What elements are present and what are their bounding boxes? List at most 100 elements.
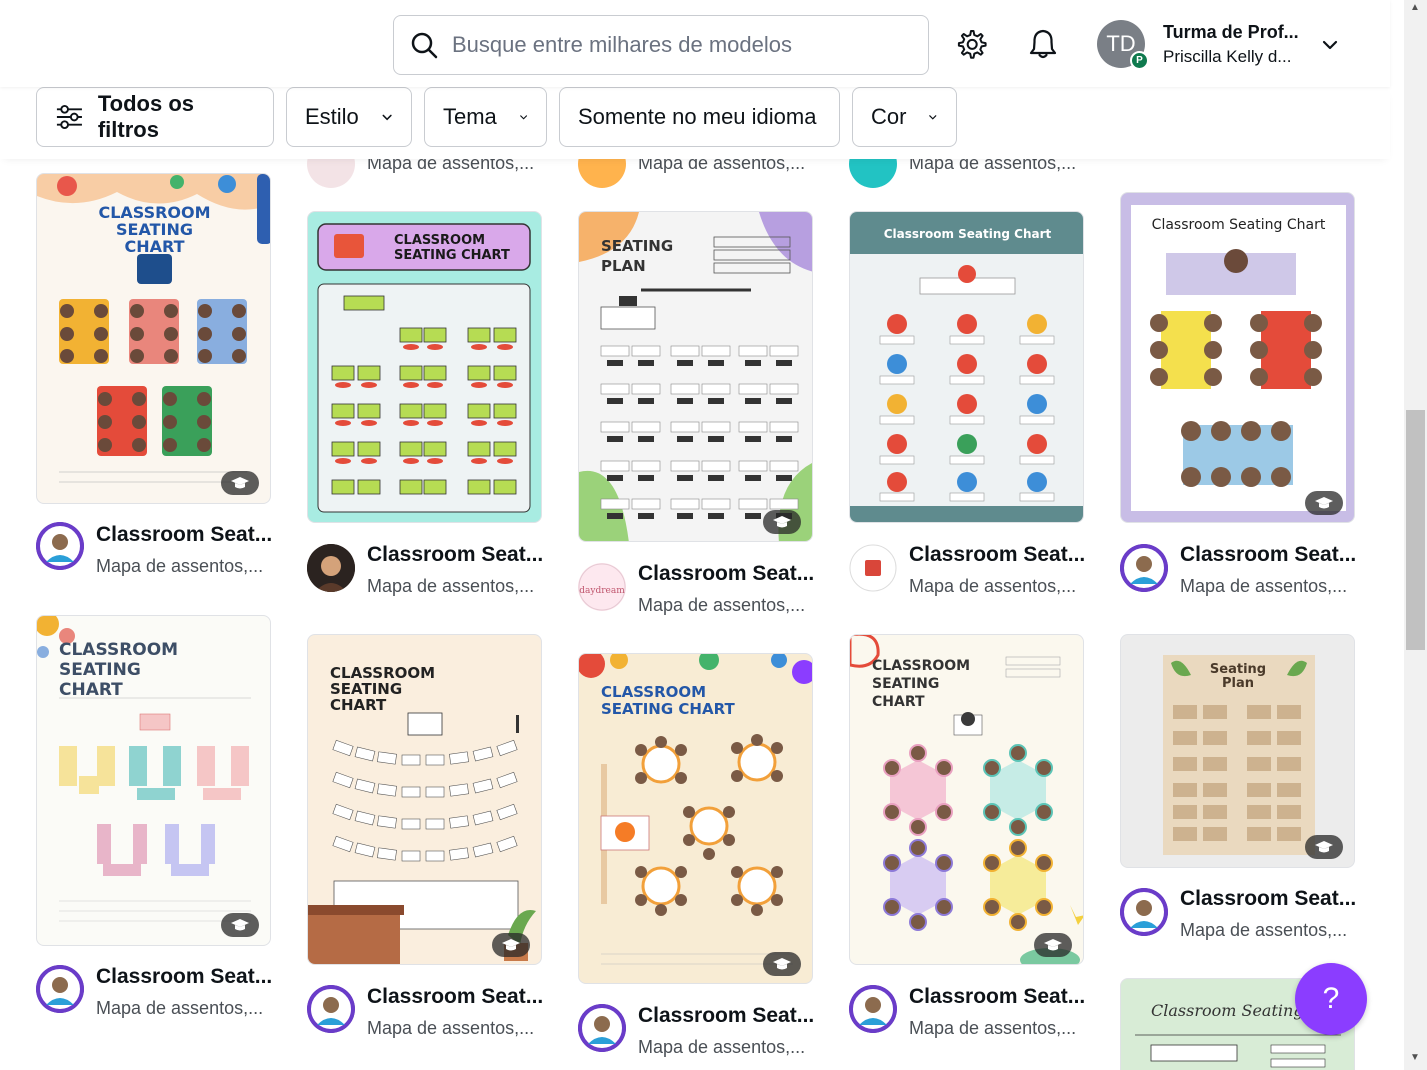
thumbnail-heading: SEATING PLAN [601,237,674,275]
template-title[interactable]: Classroom Seat... [96,523,272,547]
thumbnail-heading: Seating Plan [1209,662,1267,691]
template-thumbnail[interactable]: SEATING PLAN [578,211,813,542]
creator-avatar[interactable] [1120,888,1168,936]
thumbnail-heading: CLASSROOM SEATING CHART [98,203,211,256]
template-title[interactable]: Classroom Seat... [367,985,543,1009]
creator-avatar[interactable] [36,522,84,570]
account-menu-toggle[interactable] [1320,35,1340,60]
chevron-down-icon [1322,40,1338,50]
color-filter-dropdown[interactable]: Cor [852,87,957,147]
language-filter-toggle[interactable]: Somente no meu idioma [559,87,840,147]
graduation-cap-badge [221,913,259,937]
scrollbar-thumb[interactable] [1406,410,1425,650]
template-title[interactable]: Classroom Seat... [1180,543,1356,567]
thumbnail-art [850,212,1083,522]
creator-avatar[interactable] [307,544,355,592]
thumbnail-heading: CLASSROOM SEATING CHART [59,640,179,700]
template-subtitle: Mapa de assentos,... [1180,576,1348,596]
chevron-down-icon [382,114,392,121]
creator-avatar[interactable] [36,965,84,1013]
graduation-cap-badge [1305,835,1343,859]
template-title[interactable]: Classroom Seat... [1180,887,1356,911]
graduation-cap-icon [773,958,791,970]
scroll-up-arrow[interactable]: ▲ [1409,2,1421,13]
search-icon [411,32,438,59]
thumbnail-heading: CLASSROOM SEATING CHART [872,658,971,710]
theme-filter-dropdown[interactable]: Tema [424,87,547,147]
svg-text:daydream: daydream [579,586,625,596]
account-user[interactable]: Priscilla Kelly d... [1163,47,1291,67]
bell-icon [1029,29,1057,59]
template-subtitle: Mapa de assentos,... [1180,920,1348,940]
scroll-down-arrow[interactable]: ▼ [1409,1052,1421,1063]
template-title[interactable]: Classroom Seat... [909,543,1085,567]
filter-bar: Todos os filtros Estilo Tema Somente no … [0,87,1390,159]
help-button[interactable]: ? [1295,963,1367,1035]
template-thumbnail[interactable]: CLASSROOM SEATING CHART [578,653,813,984]
template-subtitle: Mapa de assentos,... [909,1018,1077,1038]
graduation-cap-badge [763,952,801,976]
template-title[interactable]: Classroom Seat... [367,543,543,567]
template-thumbnail[interactable]: CLASSROOM SEATING CHART [307,634,542,965]
template-thumbnail[interactable]: CLASSROOM SEATING CHART [307,211,542,523]
graduation-cap-icon [1044,939,1062,951]
template-title[interactable]: Classroom Seat... [638,1004,814,1028]
graduation-cap-badge [492,933,530,957]
graduation-cap-badge [221,471,259,495]
filter-sliders-icon [56,104,82,130]
thumbnail-heading: Classroom Seating Chart [1151,217,1326,233]
graduation-cap-icon [231,919,249,931]
template-subtitle: Mapa de assentos,... [909,576,1077,596]
template-subtitle: Mapa de assentos,... [367,576,535,596]
account-plan-badge: P [1130,51,1149,70]
thumbnail-heading: CLASSROOM SEATING CHART [330,664,436,714]
search-bar[interactable] [393,15,929,75]
template-title[interactable]: Classroom Seat... [909,985,1085,1009]
template-subtitle: Mapa de assentos,... [96,556,264,576]
template-thumbnail[interactable]: Classroom Seating Chart [849,211,1084,523]
thumbnail-heading: CLASSROOM SEATING CHART [394,233,510,263]
template-thumbnail[interactable]: Seating Plan [1120,634,1355,868]
template-subtitle: Mapa de assentos,... [638,1037,806,1057]
template-thumbnail[interactable]: CLASSROOM SEATING CHART [849,634,1084,965]
template-thumbnail[interactable]: CLASSROOM SEATING CHART [36,615,271,946]
graduation-cap-icon [231,477,249,489]
canva-templates-page: Mapa de assentos,... Mapa de assentos,..… [0,0,1427,1070]
template-thumbnail[interactable]: CLASSROOM SEATING CHART [36,173,271,504]
thumbnail-art [1131,205,1346,511]
creator-avatar[interactable] [578,1004,626,1052]
all-filters-label: Todos os filtros [97,91,195,142]
graduation-cap-icon [1315,497,1333,509]
thumbnail-heading: Classroom Seating Chart [883,227,1052,241]
graduation-cap-badge [1034,933,1072,957]
notifications-button[interactable] [1023,24,1063,64]
search-input[interactable] [452,32,892,58]
account-name[interactable]: Turma de Prof... [1163,22,1299,43]
template-thumbnail[interactable]: Classroom Seating Chart [1120,192,1355,523]
template-title[interactable]: Classroom Seat... [96,965,272,989]
creator-avatar[interactable] [849,985,897,1033]
chevron-down-icon [929,115,937,120]
template-subtitle: Mapa de assentos,... [96,998,264,1018]
template-subtitle: Mapa de assentos,... [638,595,806,615]
template-title[interactable]: Classroom Seat... [638,562,814,586]
theme-filter-label: Tema [443,104,497,129]
creator-avatar[interactable]: daydream [578,563,626,611]
top-header: TD P Turma de Prof... Priscilla Kelly d.… [0,0,1390,87]
creator-avatar[interactable] [849,544,897,592]
all-filters-button[interactable]: Todos os filtros [36,87,274,147]
graduation-cap-icon [1315,841,1333,853]
gear-icon [957,30,987,59]
graduation-cap-badge [763,510,801,534]
graduation-cap-icon [773,516,791,528]
creator-avatar[interactable] [307,985,355,1033]
settings-button[interactable] [951,24,991,64]
language-filter-label: Somente no meu idioma [578,104,817,129]
template-subtitle: Mapa de assentos,... [367,1018,535,1038]
style-filter-dropdown[interactable]: Estilo [286,87,412,147]
graduation-cap-badge [1305,491,1343,515]
creator-avatar[interactable] [1120,544,1168,592]
chevron-down-icon [519,115,527,120]
color-filter-label: Cor [871,104,907,129]
graduation-cap-icon [502,939,520,951]
